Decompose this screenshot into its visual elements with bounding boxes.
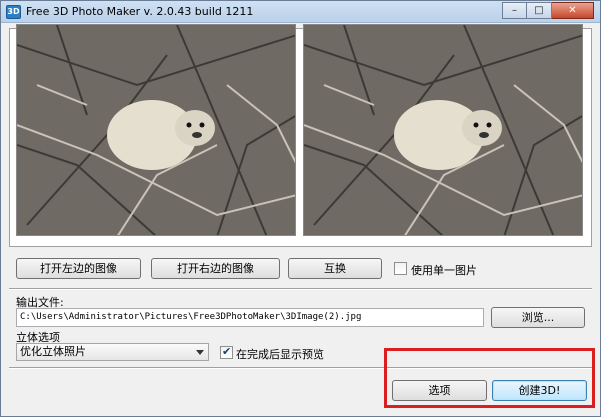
preview-after-label: 在完成后显示预览 [236,348,324,361]
single-image-label: 使用单一图片 [411,264,477,277]
preview-after-checkbox[interactable]: ✔ [220,345,233,359]
left-image-drawing [17,25,295,235]
window-controls: – □ ✕ [502,2,594,20]
open-left-image-button[interactable]: 打开左边的图像 [16,258,141,279]
close-button[interactable]: ✕ [552,2,594,19]
swap-button[interactable]: 互换 [288,258,382,279]
app-icon: 3D [6,5,21,19]
stereo-mode-value: 优化立体照片 [20,345,86,358]
single-image-checkbox[interactable] [394,262,407,275]
left-image-preview [16,24,296,236]
title-bar[interactable]: 3D Free 3D Photo Maker v. 2.0.43 build 1… [1,1,600,23]
annotation-highlight-box [384,348,595,408]
window-title: Free 3D Photo Maker v. 2.0.43 build 1211 [26,5,254,18]
open-right-image-button[interactable]: 打开右边的图像 [151,258,280,279]
stereo-mode-select[interactable]: 优化立体照片 [16,343,209,361]
maximize-button[interactable]: □ [527,2,552,19]
browse-button[interactable]: 浏览... [491,307,585,328]
chevron-down-icon [196,350,204,355]
right-image-drawing [304,25,582,235]
minimize-button[interactable]: – [502,2,527,19]
app-window: 3D Free 3D Photo Maker v. 2.0.43 build 1… [0,0,601,417]
output-path-field[interactable]: C:\Users\Administrator\Pictures\Free3DPh… [16,308,484,327]
right-image-preview [303,24,583,236]
divider [9,288,592,290]
check-icon: ✔ [222,345,232,358]
